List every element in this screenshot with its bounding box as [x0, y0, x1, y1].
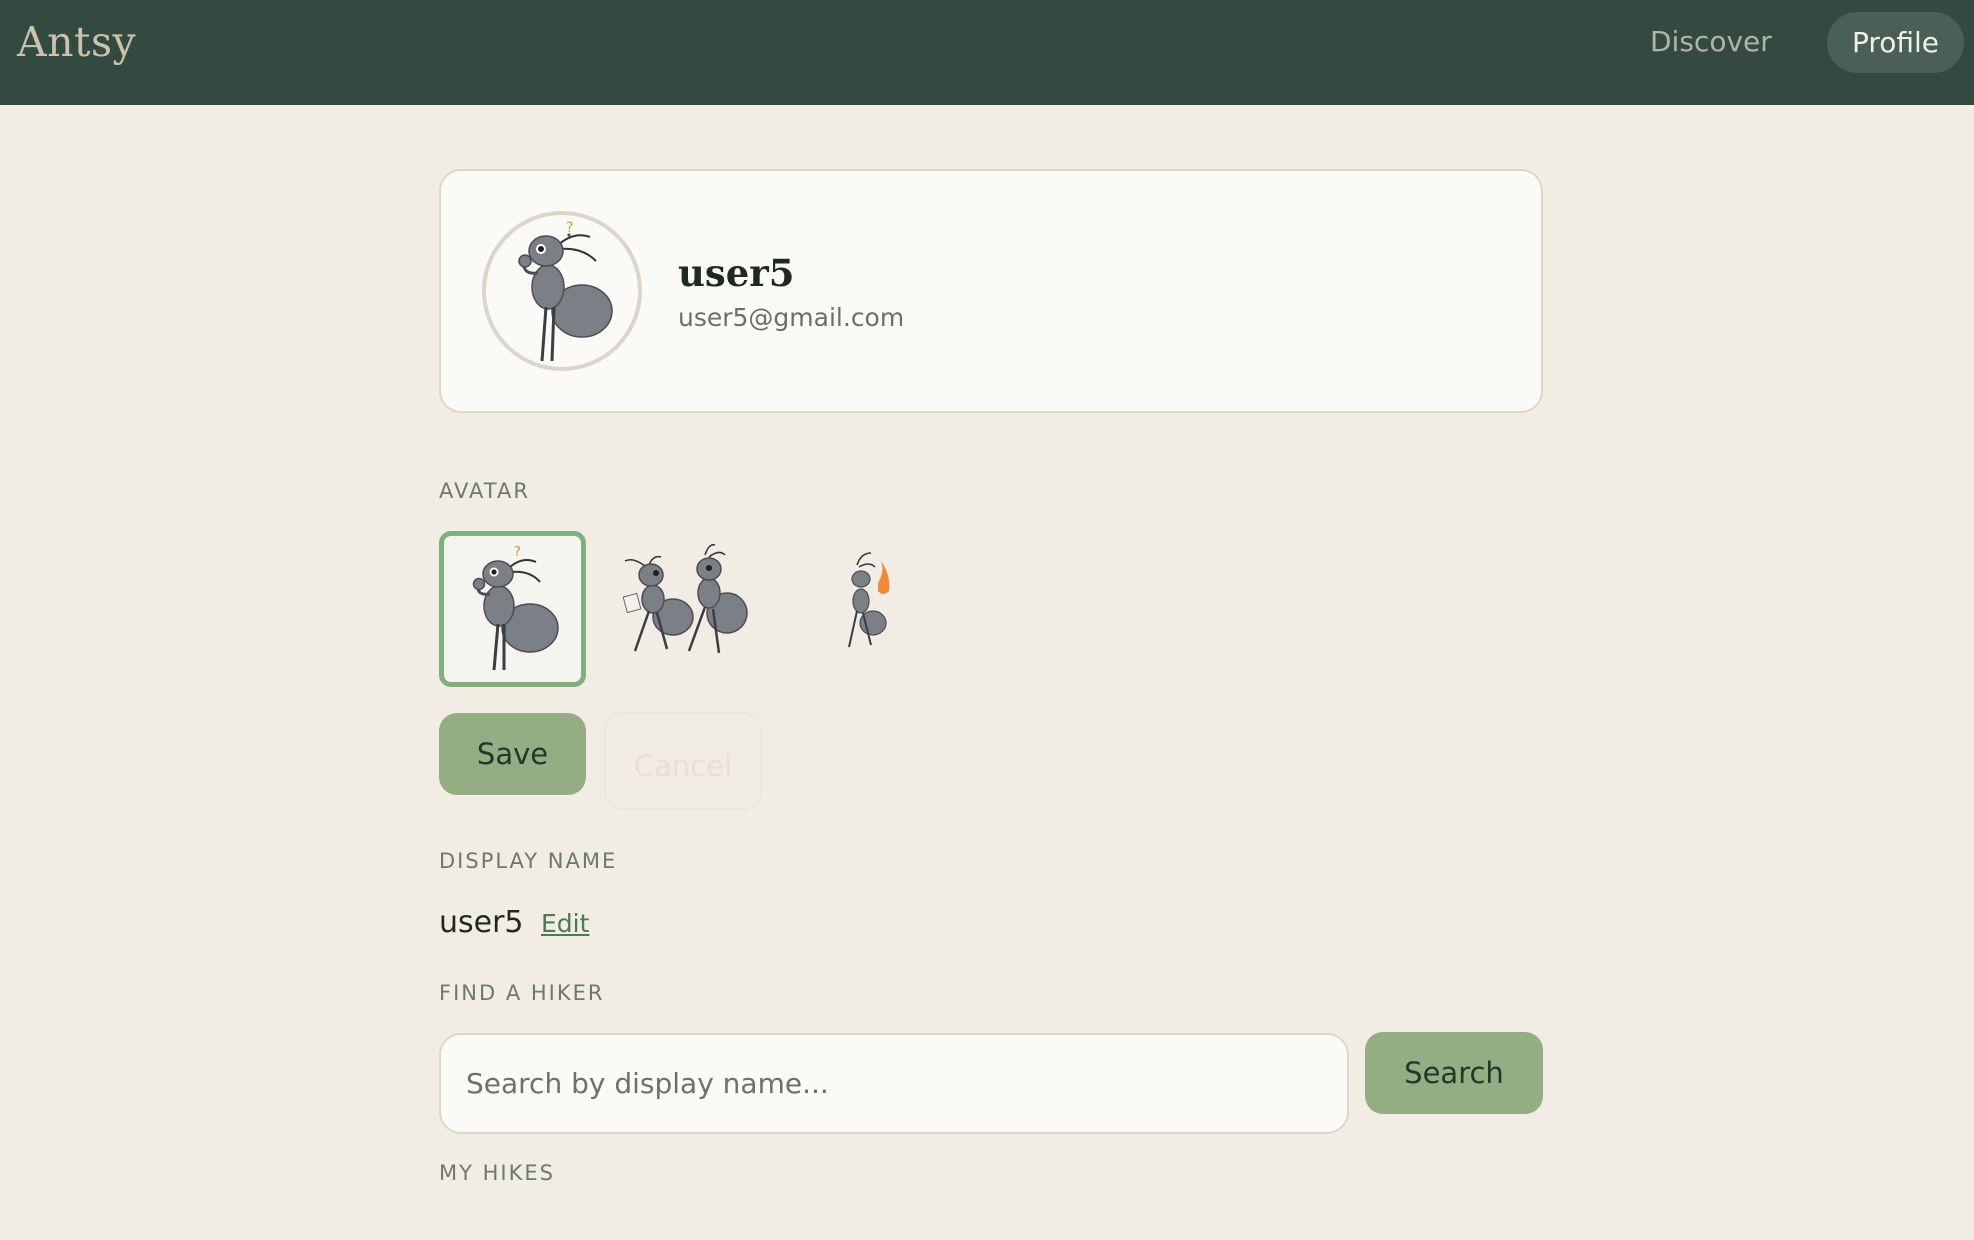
display-name-value: user5: [439, 905, 524, 940]
profile-avatar: ?: [482, 211, 642, 371]
nav-discover-link[interactable]: Discover: [1650, 22, 1772, 62]
edit-display-name-link[interactable]: Edit: [541, 909, 589, 938]
search-button[interactable]: Search: [1365, 1032, 1543, 1114]
thinking-ant-icon: ?: [518, 220, 613, 362]
profile-email: user5@gmail.com: [678, 303, 905, 332]
save-button[interactable]: Save: [439, 713, 586, 795]
avatar-option-1[interactable]: ?: [439, 531, 586, 687]
top-nav-bar: Antsy Discover Profile: [0, 0, 1974, 105]
hiker-search-input[interactable]: [439, 1033, 1349, 1134]
find-hiker-label: FIND A HIKER: [439, 981, 605, 1005]
svg-text:?: ?: [514, 545, 521, 560]
avatar-section-label: AVATAR: [439, 479, 530, 503]
ant-with-flame-icon: [848, 552, 890, 648]
two-ants-walking-icon: [622, 543, 748, 654]
avatar-option-2[interactable]: [615, 531, 762, 687]
thinking-ant-icon: ?: [472, 545, 559, 671]
profile-name: user5: [678, 251, 795, 295]
cancel-button[interactable]: Cancel: [604, 712, 762, 810]
my-hikes-label: MY HIKES: [439, 1161, 555, 1185]
avatar-option-3[interactable]: [785, 531, 932, 687]
profile-card: ? user5 user5@gmail.com: [439, 169, 1543, 413]
display-name-label: DISPLAY NAME: [439, 849, 618, 873]
brand-logo[interactable]: Antsy: [17, 18, 136, 66]
nav-profile-button[interactable]: Profile: [1827, 12, 1964, 73]
